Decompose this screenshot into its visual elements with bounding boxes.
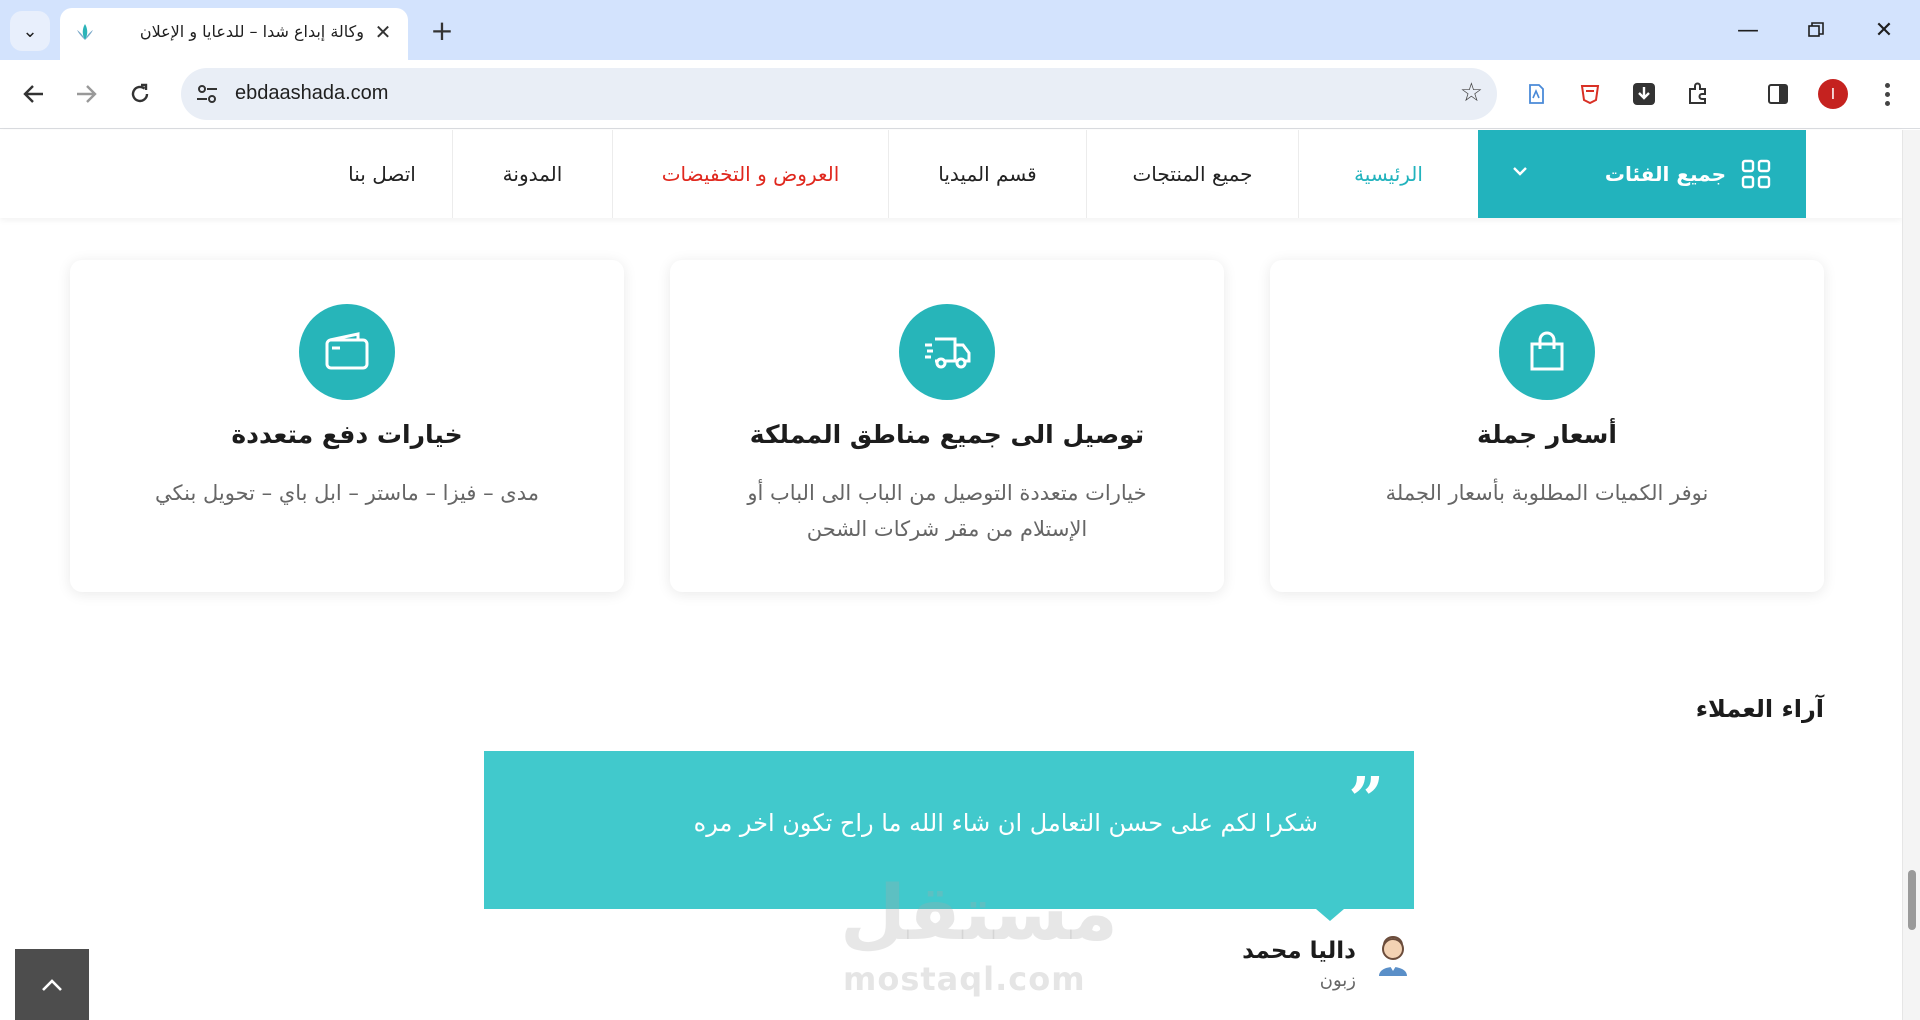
extension-download-icon[interactable] [1628,78,1660,110]
chevron-up-icon [42,978,62,991]
nav-item-offers[interactable]: العروض و التخفيضات [612,130,888,218]
feature-card-delivery: توصيل الى جميع مناطق المملكة خيارات متعد… [670,260,1224,592]
page-scrollbar[interactable] [1902,130,1920,1020]
nav-item-media[interactable]: قسم الميديا [888,130,1086,218]
feature-title: أسعار جملة [1477,420,1617,449]
tab-close-icon[interactable]: ✕ [370,19,396,45]
site-settings-icon [197,85,217,103]
tab-title: وكالة إبداع شدا – للدعايا و الإعلان [139,22,364,41]
feature-description: خيارات متعددة التوصيل من الباب الى الباب… [747,481,1147,541]
new-tab-button[interactable]: + [424,12,460,48]
watermark-logo: مستقل [840,868,1118,957]
reload-icon [131,83,149,103]
feature-description: نوفر الكميات المطلوبة بأسعار الجملة [1385,481,1709,505]
profile-avatar[interactable]: I [1818,79,1848,109]
reviews-section-title: آراء العملاء [1695,695,1824,723]
quote-icon: ” [1348,763,1384,836]
side-panel-icon[interactable] [1762,78,1794,110]
all-categories-button[interactable]: جميع الفئات [1478,130,1806,218]
nav-item-contact[interactable]: اتصل بنا [312,130,452,218]
minimize-button[interactable]: — [1726,10,1770,50]
review-text: شكرا لكم على حسن التعامل ان شاء الله ما … [693,809,1318,837]
delivery-truck-icon [899,304,995,400]
chevron-down-icon [1512,160,1528,181]
feature-card-payment: خيارات دفع متعددة مدى – فيزا – ماستر – ا… [70,260,624,592]
scrollbar-thumb[interactable] [1908,870,1916,930]
grid-icon [1741,159,1771,189]
address-bar[interactable]: ebdaashada.com ☆ [181,68,1497,120]
browser-tab-bar: ⌄ وكالة إبداع شدا – للدعايا و الإعلان ✕ … [0,0,1920,60]
browser-toolbar: ebdaashada.com ☆ I [0,60,1920,129]
extension-shield-icon[interactable] [1574,78,1606,110]
nav-item-all-products[interactable]: جميع المنتجات [1086,130,1298,218]
extensions-puzzle-icon[interactable] [1682,78,1714,110]
arrow-right-icon [77,85,97,103]
feature-title: توصيل الى جميع مناطق المملكة [749,420,1145,449]
forward-button[interactable] [66,74,106,114]
close-window-button[interactable]: ✕ [1862,10,1906,50]
reviewer-name: داليا محمد [1242,938,1356,964]
arrow-left-icon [23,85,43,103]
web-page: جميع الفئات الرئيسية جميع المنتجات قسم ا… [0,130,1902,1020]
watermark-url: mostaql.com [843,960,1086,998]
restore-icon [1808,22,1824,37]
restore-button[interactable] [1794,10,1838,50]
reviewer-avatar [1379,936,1407,976]
bookmark-star-icon[interactable]: ☆ [1460,78,1483,108]
nav-item-home[interactable]: الرئيسية [1298,130,1478,218]
extension-translate-icon[interactable] [1520,78,1552,110]
back-button[interactable] [14,74,54,114]
chevron-down-icon: ⌄ [22,20,38,42]
site-favicon-icon [77,24,93,40]
back-to-top-button[interactable] [15,949,89,1020]
tab-search-button[interactable]: ⌄ [10,11,50,51]
url-text: ebdaashada.com [235,82,389,104]
browser-menu-icon[interactable] [1872,76,1902,112]
browser-tab[interactable]: وكالة إبداع شدا – للدعايا و الإعلان ✕ [60,8,408,60]
reviewer-role: زبون [1319,970,1356,991]
all-categories-label: جميع الفئات [1604,162,1726,186]
feature-card-wholesale: أسعار جملة نوفر الكميات المطلوبة بأسعار … [1270,260,1824,592]
reload-button[interactable] [120,74,160,114]
nav-item-blog[interactable]: المدونة [452,130,612,218]
site-navigation: جميع الفئات الرئيسية جميع المنتجات قسم ا… [0,130,1902,218]
wallet-icon [299,304,395,400]
feature-title: خيارات دفع متعددة [231,420,463,449]
feature-description: مدى – فيزا – ماستر – ابل باي – تحويل بنك… [155,481,539,505]
shopping-bag-icon [1499,304,1595,400]
